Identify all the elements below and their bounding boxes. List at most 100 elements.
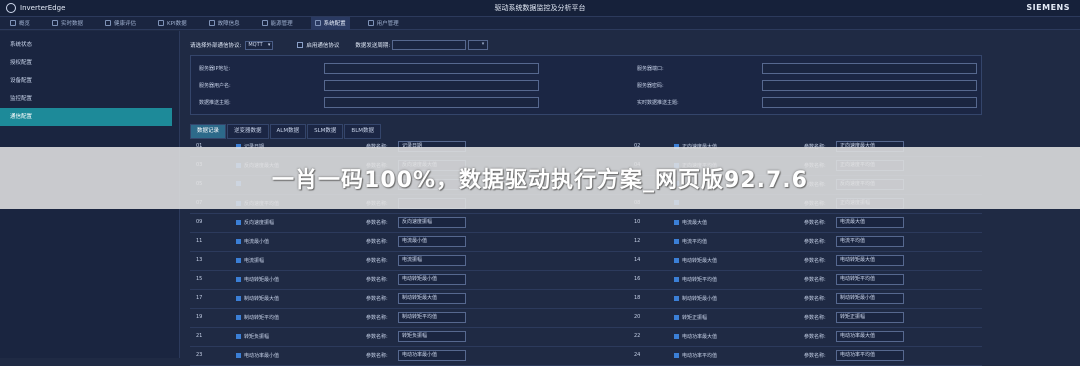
param-name-input[interactable]: 电流最大值: [836, 217, 904, 228]
data-point-name: 反向速度振幅: [244, 220, 275, 226]
interval-input[interactable]: [392, 40, 467, 50]
data-point-name: 电动功率最大值: [682, 334, 718, 340]
sidebar-item-3[interactable]: 监控配置: [0, 90, 172, 108]
data-point-checkbox[interactable]: [674, 258, 679, 263]
data-point-checkbox[interactable]: [236, 315, 241, 320]
protocol-select[interactable]: MQTT: [245, 40, 274, 50]
param-name-input[interactable]: 电动转矩最小值: [398, 274, 466, 285]
data-point-checkbox[interactable]: [674, 220, 679, 225]
data-point-checkbox[interactable]: [236, 277, 241, 282]
server-ip-input[interactable]: [324, 63, 539, 74]
nav-tab-5[interactable]: 能源管理: [258, 17, 297, 30]
row-number: 23: [196, 352, 203, 358]
data-point-name: 电流振幅: [244, 258, 265, 264]
row-number: 15: [196, 276, 203, 282]
data-topic-label: 数据推送主题:: [199, 100, 231, 106]
nav-tab-0[interactable]: 概览: [6, 17, 34, 30]
data-point-name: 电流最大值: [682, 220, 708, 226]
param-name-input[interactable]: 制动转矩平均值: [398, 312, 466, 323]
server-ip-label: 服务器IP地址:: [199, 66, 231, 72]
data-point-checkbox[interactable]: [674, 353, 679, 358]
table-row: 11 电流最小值 参数名称: 电流最小值 12 电流平均值 参数名称: 电流平均值: [190, 233, 982, 252]
data-point-checkbox[interactable]: [236, 239, 241, 244]
data-point-name: 电动功率最小值: [244, 353, 280, 359]
interval-unit-select[interactable]: [468, 40, 489, 50]
param-name-input[interactable]: 电动功率最小值: [398, 350, 466, 361]
row-number: 09: [196, 219, 203, 225]
param-name-input[interactable]: 转矩负振幅: [398, 331, 466, 342]
data-tab-4[interactable]: BLM数据: [344, 124, 382, 139]
data-point-checkbox[interactable]: [236, 258, 241, 263]
data-point-cell: 反向速度振幅: [236, 219, 274, 226]
data-tab-0[interactable]: 数据记录: [190, 124, 227, 139]
table-row: 17 制动转矩最大值 参数名称: 制动转矩最大值 18 制动转矩最小值 参数名称: 制动转矩最…: [190, 290, 982, 309]
param-name-input[interactable]: 电流振幅: [398, 255, 466, 266]
row-number: 17: [196, 295, 203, 301]
data-point-checkbox[interactable]: [674, 334, 679, 339]
nav-tab-label: 实时数据: [61, 21, 84, 27]
server-port-input[interactable]: [762, 63, 977, 74]
param-name-label: 参数名称:: [804, 239, 826, 245]
nav-tab-1[interactable]: 实时数据: [48, 17, 87, 30]
server-settings: 服务器IP地址: 服务器端口: 服务器用户名: 服务器密码: 数据推送主题: 实…: [190, 55, 982, 115]
nav-tab-6[interactable]: 系统配置: [310, 16, 350, 30]
row-number: 21: [196, 333, 203, 339]
param-name-input[interactable]: 电动功率最大值: [836, 331, 904, 342]
data-point-cell: 制动转矩最大值: [236, 295, 279, 302]
data-tab-2[interactable]: ALM数据: [269, 124, 307, 139]
nav-tab-7[interactable]: 用户管理: [364, 17, 403, 30]
data-tab-1[interactable]: 逆变器数据: [227, 124, 269, 139]
data-point-checkbox[interactable]: [236, 334, 241, 339]
brand-name: InverterEdge: [20, 4, 66, 12]
data-point-name: 电动转矩平均值: [682, 277, 718, 283]
data-point-cell: 制动转矩平均值: [236, 314, 279, 321]
server-port-label: 服务器端口:: [637, 66, 664, 72]
param-name-label: 参数名称:: [804, 258, 826, 264]
data-tab-3[interactable]: SLM数据: [307, 124, 344, 139]
brand: InverterEdge: [0, 3, 306, 13]
data-point-name: 制动转矩最小值: [682, 296, 718, 302]
overlay-banner: 一肖一码100%，数据驱动执行方案_网页版92.7.6: [0, 147, 1080, 209]
enable-protocol-checkbox[interactable]: [297, 42, 304, 48]
sidebar-item-0[interactable]: 系统状态: [0, 36, 172, 54]
nav-tab-3[interactable]: KPI数据: [154, 17, 191, 30]
data-point-name: 制动转矩最大值: [244, 296, 280, 302]
data-point-checkbox[interactable]: [674, 239, 679, 244]
sidebar-item-4[interactable]: 通信配置: [0, 108, 172, 126]
sidebar-item-1[interactable]: 授权配置: [0, 54, 172, 72]
data-point-cell: 电流振幅: [236, 257, 264, 264]
data-point-checkbox[interactable]: [236, 220, 241, 225]
param-name-input[interactable]: 电动转矩最大值: [836, 255, 904, 266]
nav-tab-label: 健康评估: [114, 21, 137, 27]
nav-tab-4[interactable]: 故障信息: [205, 17, 244, 30]
overlay-text: 一肖一码100%，数据驱动执行方案_网页版92.7.6: [272, 168, 808, 193]
data-point-checkbox[interactable]: [674, 296, 679, 301]
param-name-input[interactable]: 制动转矩最小值: [836, 293, 904, 304]
enable-protocol-label: 启用通信协议: [306, 43, 340, 49]
param-name-input[interactable]: 反向速度振幅: [398, 217, 466, 228]
param-name-input[interactable]: 转矩正振幅: [836, 312, 904, 323]
realtime-topic-input[interactable]: [762, 97, 977, 108]
param-name-label: 参数名称:: [366, 258, 388, 264]
nav-tab-label: KPI数据: [167, 21, 187, 27]
data-point-checkbox[interactable]: [674, 277, 679, 282]
data-point-cell: 电动转矩最小值: [236, 276, 279, 283]
param-name-label: 参数名称:: [366, 296, 388, 302]
server-password-input[interactable]: [762, 80, 977, 91]
param-name-input[interactable]: 电流最小值: [398, 236, 466, 247]
param-name-input[interactable]: 电动转矩平均值: [836, 274, 904, 285]
interval-label: 数据发送周期:: [355, 43, 391, 49]
alert-icon: [208, 20, 215, 26]
param-name-input[interactable]: 电流平均值: [836, 236, 904, 247]
row-number: 12: [634, 238, 641, 244]
param-name-label: 参数名称:: [804, 315, 826, 321]
server-user-input[interactable]: [324, 80, 539, 91]
data-point-checkbox[interactable]: [236, 296, 241, 301]
data-point-checkbox[interactable]: [674, 315, 679, 320]
nav-tab-2[interactable]: 健康评估: [101, 17, 140, 30]
data-topic-input[interactable]: [324, 97, 539, 108]
param-name-input[interactable]: 制动转矩最大值: [398, 293, 466, 304]
param-name-input[interactable]: 电动功率平均值: [836, 350, 904, 361]
sidebar-item-2[interactable]: 设备配置: [0, 72, 172, 90]
data-point-checkbox[interactable]: [236, 353, 241, 358]
